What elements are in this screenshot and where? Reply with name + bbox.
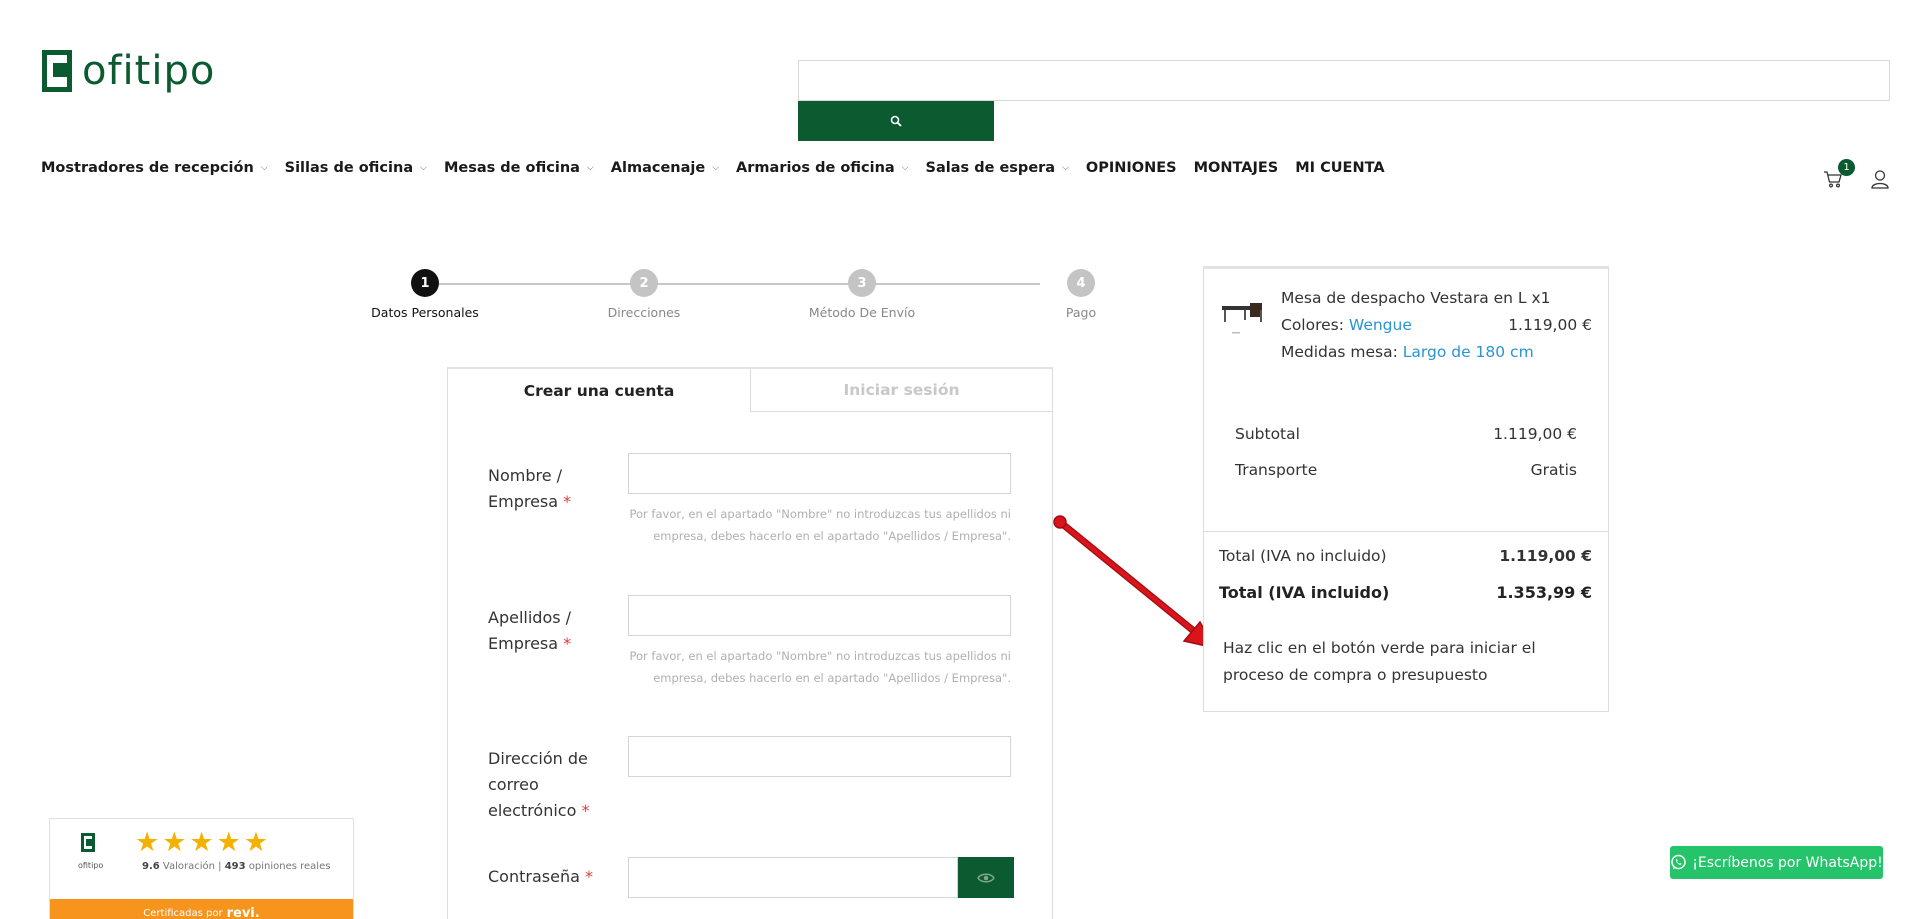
field-label: Nombre / Empresa *	[488, 466, 572, 511]
total-vat-row: Total (IVA incluido) 1.353,99 €	[1219, 583, 1592, 602]
whatsapp-icon	[1671, 854, 1686, 870]
nav-item-armarios[interactable]: Armarios de oficina ⌵	[736, 160, 909, 176]
reviews-logo-icon	[81, 833, 101, 857]
product-thumbnail	[1222, 303, 1262, 334]
logo-text: ofitipo	[82, 48, 216, 94]
step-number: 2	[630, 269, 658, 297]
revi-brand: revi.	[226, 905, 260, 919]
product-size-value: Largo de 180 cm	[1402, 343, 1534, 361]
show-password-button[interactable]	[958, 857, 1014, 898]
nav-item-montajes[interactable]: MONTAJES	[1194, 160, 1279, 176]
total-vat-label: Total (IVA incluido)	[1219, 583, 1390, 602]
reviews-widget[interactable]: ofitipo ★ ★ ★ ★ ★ 9.6 Valoración | 493 opini…	[49, 818, 354, 919]
product-price: 1.119,00 €	[1508, 316, 1592, 334]
field-label: Dirección de correo electrónico *	[488, 749, 590, 820]
step-direcciones: 2 Direcciones	[579, 268, 709, 320]
total-vat-value: 1.353,99 €	[1496, 583, 1592, 602]
whatsapp-button[interactable]: ¡Escríbenos por WhatsApp!	[1670, 846, 1883, 879]
logo-icon	[42, 50, 72, 92]
search-button[interactable]	[798, 101, 994, 141]
chevron-down-icon: ⌵	[712, 163, 720, 173]
nav-item-sillas[interactable]: Sillas de oficina ⌵	[285, 160, 427, 176]
nav-item-mostradores[interactable]: Mostradores de recepción ⌵	[41, 160, 268, 176]
field-label: Apellidos / Empresa *	[488, 608, 572, 653]
step-number: 3	[848, 269, 876, 297]
chevron-down-icon: ⌵	[1062, 163, 1069, 173]
step-pago: 4 Pago	[1016, 268, 1146, 320]
step-label: Pago	[1065, 305, 1097, 320]
certified-bar: Certificadas por revi.	[50, 899, 353, 919]
rating-meta: 9.6 Valoración | 493 opiniones reales	[142, 861, 331, 872]
step-metodo-envio: 3 Método De Envío	[797, 268, 927, 320]
red-arrow-annotation	[1053, 515, 1217, 650]
total-no-vat-value: 1.119,00 €	[1499, 547, 1592, 565]
user-icon[interactable]	[1870, 169, 1890, 189]
step-datos-personales: 1 Datos Personales	[360, 268, 490, 320]
total-no-vat-row: Total (IVA no incluido) 1.119,00 €	[1219, 547, 1592, 565]
rating-stars: ★ ★ ★ ★ ★	[135, 829, 268, 856]
form-tabs: Crear una cuenta Iniciar sesión	[448, 369, 1052, 412]
cart-count-badge: 1	[1838, 159, 1855, 176]
nav-item-mi-cuenta[interactable]: MI CUENTA	[1295, 160, 1384, 176]
star-icon: ★	[162, 827, 187, 858]
star-icon: ★	[216, 827, 241, 858]
tab-iniciar-sesion[interactable]: Iniciar sesión	[750, 369, 1052, 412]
product-name[interactable]: Mesa de despacho Vestara en L x1	[1281, 289, 1551, 307]
field-hint: Por favor, en el apartado "Nombre" no in…	[629, 507, 1011, 543]
chevron-down-icon: ⌵	[420, 163, 427, 173]
chevron-down-icon: ⌵	[260, 163, 268, 173]
chevron-down-icon: ⌵	[586, 163, 594, 173]
nav-item-mesas[interactable]: Mesas de oficina ⌵	[444, 160, 594, 176]
order-summary: Mesa de despacho Vestara en L x1 Colores…	[1203, 266, 1609, 712]
step-label: Direcciones	[607, 305, 681, 320]
product-color-value: Wengue	[1348, 316, 1412, 334]
search-icon	[890, 115, 902, 127]
nav-item-salas[interactable]: Salas de espera ⌵	[926, 160, 1069, 176]
summary-divider	[1204, 531, 1608, 532]
shipping-value: Gratis	[1530, 461, 1577, 479]
checkout-steps: 1 Datos Personales 2 Direcciones 3 Métod…	[360, 268, 1100, 328]
reviews-logo-text: ofitipo	[78, 861, 104, 870]
site-logo[interactable]: ofitipo	[42, 50, 215, 92]
step-number: 1	[411, 269, 439, 297]
tab-crear-cuenta[interactable]: Crear una cuenta	[448, 369, 750, 412]
whatsapp-label: ¡Escríbenos por WhatsApp!	[1692, 854, 1883, 871]
step-label: Datos Personales	[371, 305, 479, 320]
password-input[interactable]	[628, 857, 958, 898]
nav-item-opiniones[interactable]: OPINIONES	[1086, 160, 1177, 176]
search-input[interactable]	[798, 60, 1890, 101]
nombre-input[interactable]	[628, 453, 1011, 494]
apellidos-input[interactable]	[628, 595, 1011, 636]
field-hint: Por favor, en el apartado "Nombre" no in…	[629, 649, 1011, 685]
step-number: 4	[1067, 269, 1095, 297]
main-nav: Mostradores de recepción ⌵ Sillas de ofic…	[41, 160, 1402, 176]
eye-icon	[977, 873, 995, 882]
star-icon: ★	[135, 827, 160, 858]
product-size: Medidas mesa: Largo de 180 cm	[1281, 343, 1534, 361]
product-color: Colores: Wengue	[1281, 316, 1412, 334]
subtotal-row: Subtotal 1.119,00 €	[1235, 425, 1577, 443]
total-no-vat-label: Total (IVA no incluido)	[1219, 547, 1387, 565]
email-input[interactable]	[628, 736, 1011, 777]
subtotal-label: Subtotal	[1235, 425, 1300, 443]
account-form-panel: Crear una cuenta Iniciar sesión Nombre /…	[447, 367, 1053, 919]
step-label: Método De Envío	[808, 305, 916, 320]
shipping-label: Transporte	[1235, 461, 1318, 479]
field-label: Contraseña *	[488, 867, 593, 886]
star-icon: ★	[189, 827, 214, 858]
chevron-down-icon: ⌵	[901, 163, 909, 173]
star-icon: ★	[243, 827, 269, 858]
steps-connector	[422, 283, 1040, 285]
shipping-row: Transporte Gratis	[1235, 461, 1577, 479]
nav-item-almacenaje[interactable]: Almacenaje ⌵	[611, 160, 719, 176]
checkout-note: Haz clic en el botón verde para iniciar …	[1223, 639, 1536, 684]
subtotal-value: 1.119,00 €	[1493, 425, 1577, 443]
